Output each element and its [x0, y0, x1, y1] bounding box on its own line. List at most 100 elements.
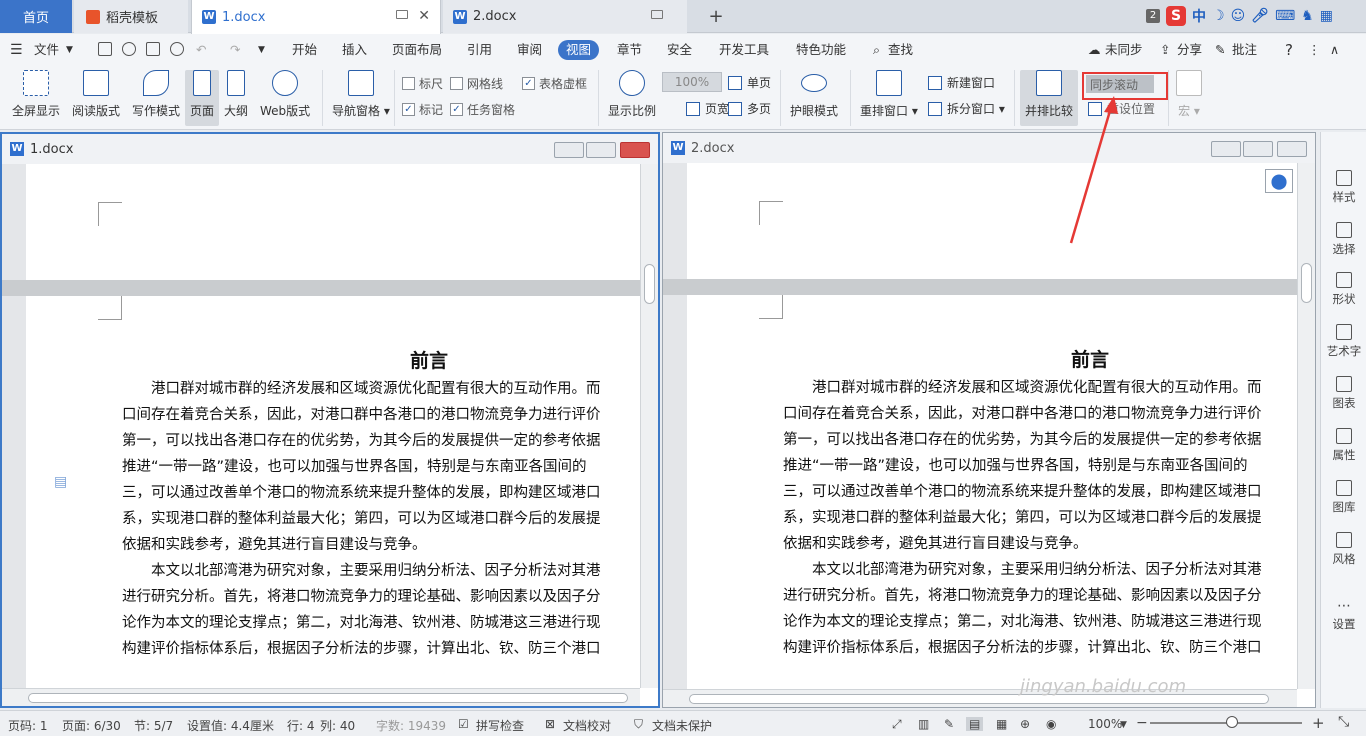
sidebar-style[interactable]: 风格 [1321, 532, 1366, 567]
doc-line[interactable]: 本文以北部湾港为研究对象，主要采用归纳分析法、因子分析法对其港 [783, 557, 1262, 583]
comment-icon[interactable]: ✎ [1215, 40, 1225, 60]
menu-dev-tools[interactable]: 开发工具 [719, 40, 769, 60]
menu-review[interactable]: 审阅 [517, 40, 542, 60]
single-page-button[interactable]: 单页 [728, 74, 771, 91]
monitor-icon[interactable] [651, 10, 663, 19]
minimize-button[interactable] [554, 142, 584, 158]
reading-view-icon[interactable]: ▥ [918, 717, 929, 731]
marks-checkbox[interactable]: ✓ 标记 [402, 101, 443, 118]
nav-pane-button[interactable]: 导航窗格 ▾ [332, 70, 390, 119]
doc-line[interactable]: 口间存在着竞合关系，因此，对港口群中各港口的港口物流竞争力进行评价 [783, 401, 1262, 427]
location-pin-icon[interactable]: ⬤ [1265, 169, 1293, 193]
page-view-button[interactable]: 页面 [185, 70, 219, 126]
menu-insert[interactable]: 插入 [342, 40, 367, 60]
macro-button[interactable]: 宏 ▾ [1176, 70, 1202, 119]
expand-icon[interactable]: ⤡ [1338, 714, 1349, 730]
cloud-sync-icon[interactable]: ☁ [1088, 40, 1101, 60]
zoom-ratio-button[interactable]: 显示比例 [608, 70, 656, 119]
eye-icon[interactable]: ◉ [1046, 717, 1056, 731]
gridlines-checkbox[interactable]: 网格线 [450, 75, 503, 92]
sidebar-select[interactable]: 选择 [1321, 222, 1366, 257]
restore-button[interactable] [1243, 141, 1273, 157]
doc-line[interactable]: 推进“一带一路”建设，也可以加强与世界各国，特别是与东南亚各国间的 [783, 453, 1248, 479]
status-protection[interactable]: 文档未保护 [652, 717, 712, 734]
ruler-checkbox[interactable]: 标尺 [402, 75, 443, 92]
page-width-button[interactable]: 页宽 [686, 100, 729, 117]
new-tab-button[interactable]: + [700, 0, 732, 33]
outline-view-button[interactable]: 大纲 [224, 70, 248, 119]
doc-line[interactable]: 第一，可以找出各港口存在的优劣势，为其今后的发展提供一定的参考依据 [783, 427, 1262, 453]
emoji-icon[interactable]: ☺ [1231, 8, 1246, 24]
share-icon[interactable]: ⇪ [1160, 40, 1170, 60]
zoom-dropdown-icon[interactable]: ▼ [1120, 720, 1127, 730]
status-section[interactable]: 节: 5/7 [134, 717, 173, 734]
menu-chapter[interactable]: 章节 [617, 40, 642, 60]
scroll-thumb[interactable] [1301, 263, 1312, 303]
page-area[interactable]: 前言 港口群对城市群的经济发展和区域资源优化配置有很大的互动作用。而 口间存在着竞… [2, 164, 640, 688]
more-icon[interactable]: ⋮ [1308, 40, 1321, 60]
search-icon[interactable]: ⌕ [873, 40, 880, 60]
moon-icon[interactable]: ☽ [1212, 8, 1225, 24]
sidebar-gallery[interactable]: 图库 [1321, 480, 1366, 515]
page-area[interactable]: 前言 港口群对城市群的经济发展和区域资源优化配置有很大的互动作用。而 口间存在着竞… [663, 163, 1297, 689]
status-wordcount[interactable]: 字数: 19439 [376, 717, 446, 734]
reset-position-button[interactable]: 重设位置 [1088, 100, 1155, 117]
ime-chinese-indicator[interactable]: 中 [1192, 6, 1206, 26]
print-icon[interactable] [146, 42, 160, 56]
page-view-icon[interactable]: ▤ [966, 717, 984, 731]
horizontal-scrollbar[interactable] [663, 689, 1297, 707]
table-gridlines-checkbox[interactable]: ✓ 表格虚框 [522, 75, 587, 92]
mic-icon[interactable]: 🎤︎ [1251, 8, 1269, 24]
doc-line[interactable]: 系，实现港口群的整体利益最大化；第四，可以为区域港口群今后的发展提 [122, 506, 601, 532]
writing-view-icon[interactable]: ✎ [944, 717, 954, 731]
unsynced-button[interactable]: 未同步 [1105, 40, 1143, 60]
paragraph-marker-icon[interactable]: ▤ [54, 474, 67, 490]
minimize-button[interactable] [1211, 141, 1241, 157]
status-row[interactable]: 行: 4 [287, 717, 315, 734]
menu-security[interactable]: 安全 [667, 40, 692, 60]
doc-line[interactable]: 论作为本文的理论支撑点；第二，对北海港、钦州港、防城港这三港进行现 [122, 610, 601, 636]
share-button[interactable]: 分享 [1177, 40, 1202, 60]
close-tab-icon[interactable]: ✕ [418, 8, 430, 24]
doc-line[interactable]: 进行研究分析。首先，将港口物流竞争力的理论基础、影响因素以及因子分 [122, 584, 601, 610]
doc-line[interactable]: 三，可以通过改善单个港口的物流系统来提升整体的发展，即构建区域港口 [783, 479, 1262, 505]
doc-line[interactable]: 依据和实践参考，避免其进行盲目建设与竞争。 [122, 532, 427, 558]
fullscreen-icon[interactable]: ⤢ [892, 717, 902, 732]
status-page-number[interactable]: 页码: 1 [8, 717, 48, 734]
status-pages[interactable]: 页面: 6/30 [62, 717, 121, 734]
help-button[interactable]: ? [1285, 40, 1293, 60]
outline-view-icon[interactable]: ▦ [996, 717, 1007, 731]
zoom-in-button[interactable]: + [1312, 714, 1325, 732]
writing-mode-button[interactable]: 写作模式 [132, 70, 180, 119]
doc-line[interactable]: 进行研究分析。首先，将港口物流竞争力的理论基础、影响因素以及因子分 [783, 583, 1262, 609]
tab-template[interactable]: 稻壳模板 [74, 0, 188, 33]
web-layout-button[interactable]: Web版式 [260, 70, 310, 119]
doc-line[interactable]: 口间存在着竞合关系，因此，对港口群中各港口的港口物流竞争力进行评价 [122, 402, 601, 428]
sidebar-chart[interactable]: 图表 [1321, 376, 1366, 411]
status-spell-check[interactable]: 拼写检查 [476, 717, 524, 734]
menu-start[interactable]: 开始 [292, 40, 317, 60]
status-col[interactable]: 列: 40 [320, 717, 355, 734]
tab-doc2[interactable]: W 2.docx [443, 0, 687, 33]
close-button[interactable] [620, 142, 650, 158]
vertical-scrollbar[interactable] [640, 164, 658, 688]
sidebar-shapes[interactable]: 形状 [1321, 272, 1366, 307]
keyboard-icon[interactable]: ⌨ [1275, 8, 1295, 24]
zoom-slider-knob[interactable] [1226, 716, 1238, 728]
multi-page-button[interactable]: 多页 [728, 100, 771, 117]
task-pane-checkbox[interactable]: ✓ 任务窗格 [450, 101, 515, 118]
doc-line[interactable]: 第一，可以找出各港口存在的优劣势，为其今后的发展提供一定的参考依据 [122, 428, 601, 454]
doc-line[interactable]: 构建评价指标体系后，根据因子分析法的步骤，计算出北、钦、防三个港口 [783, 635, 1262, 661]
sidebar-properties[interactable]: 属性 [1321, 428, 1366, 463]
menu-view[interactable]: 视图 [558, 40, 600, 60]
menu-reference[interactable]: 引用 [467, 40, 492, 60]
sidebar-wordart[interactable]: 艺术字 [1321, 324, 1366, 359]
reading-layout-button[interactable]: 阅读版式 [72, 70, 120, 119]
sidebar-settings[interactable]: ⋯ 设置 [1321, 598, 1366, 632]
tab-home[interactable]: 首页 [0, 0, 72, 33]
menu-features[interactable]: 特色功能 [796, 40, 846, 60]
hamburger-icon[interactable]: ☰ [10, 40, 23, 60]
sidebar-styles[interactable]: 样式 [1321, 170, 1366, 205]
grid-icon[interactable]: ▦ [1320, 8, 1333, 24]
fullscreen-button[interactable]: 全屏显示 [12, 70, 60, 119]
